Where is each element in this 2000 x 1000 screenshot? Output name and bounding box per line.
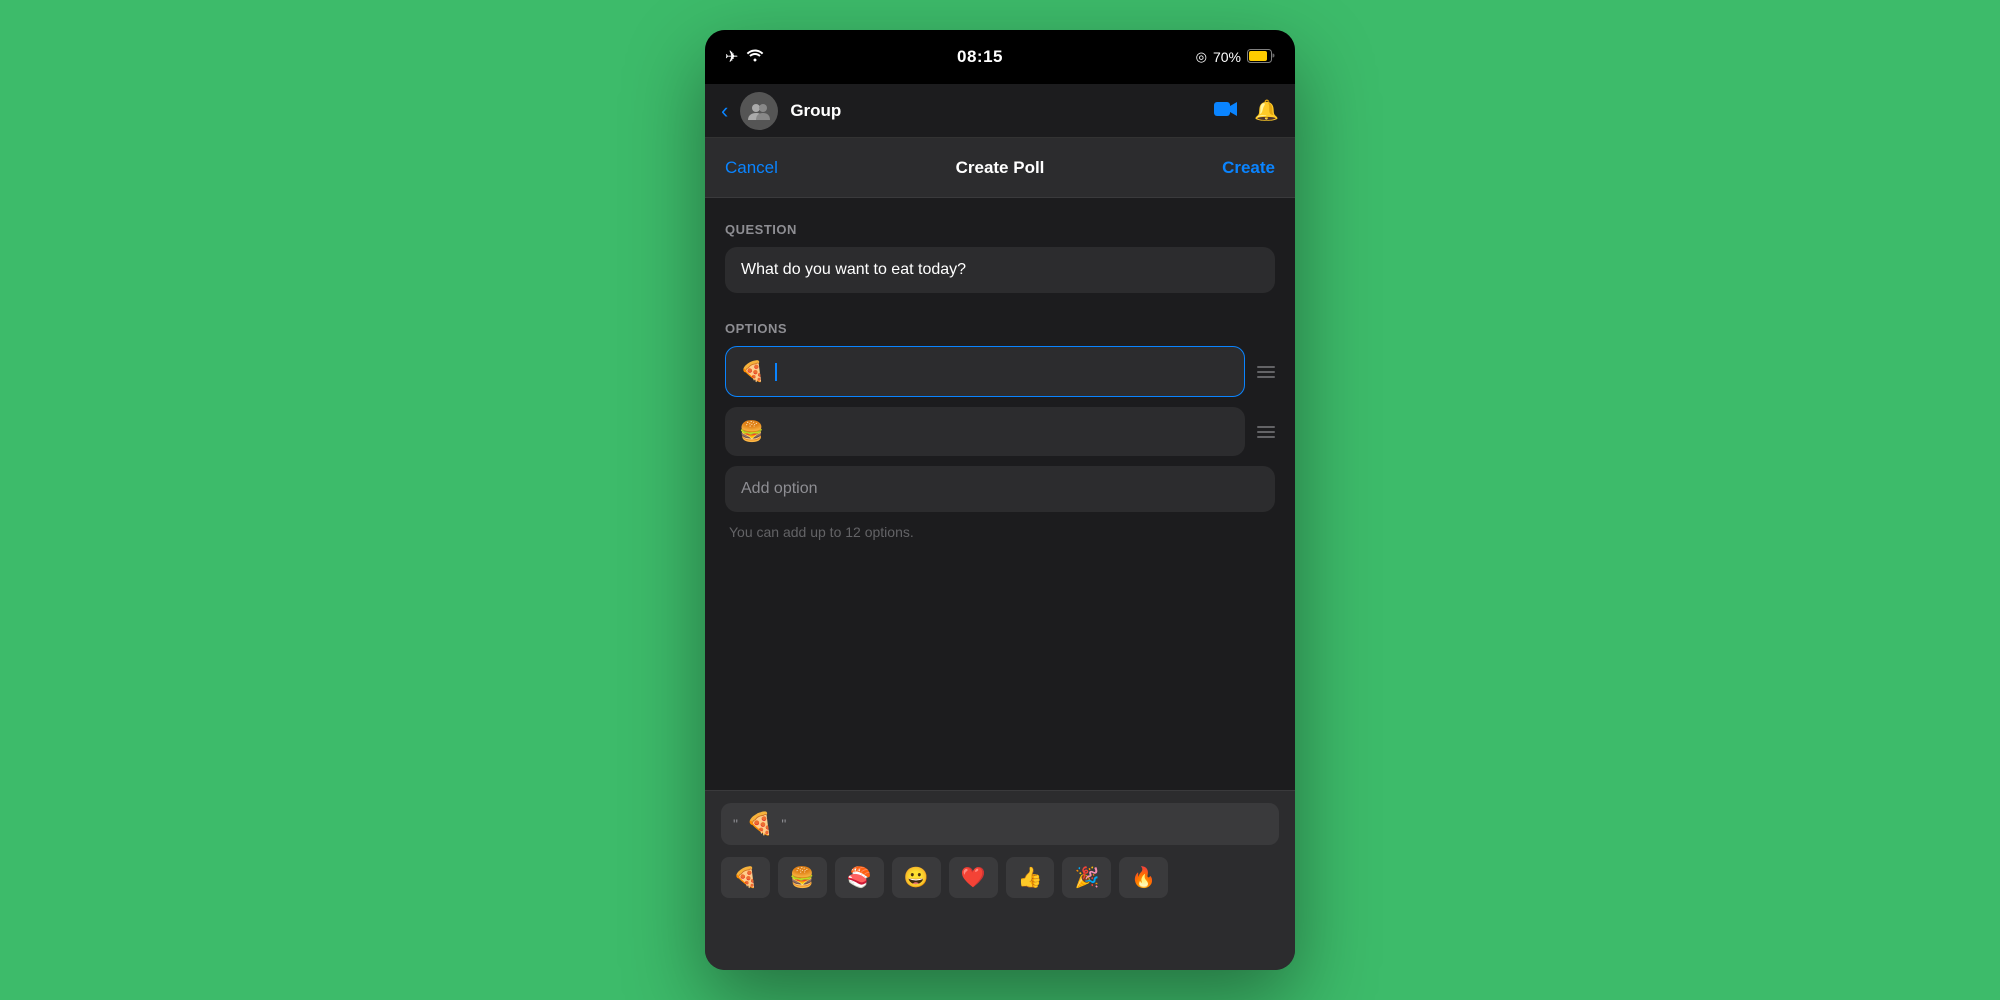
status-time: 08:15	[957, 47, 1003, 67]
option-1-emoji: 🍕	[740, 359, 765, 384]
video-call-icon[interactable]	[1214, 98, 1238, 124]
quote-right: "	[781, 816, 786, 832]
status-bar: 08:15 ◎ 70%	[705, 30, 1295, 84]
status-right: ◎ 70%	[1196, 49, 1275, 66]
back-arrow[interactable]: ‹	[721, 98, 728, 124]
drag-line-2	[1257, 371, 1275, 373]
modal-body: QUESTION OPTIONS 🍕 🍔	[705, 198, 1295, 790]
option-input-wrap-1[interactable]: 🍕	[725, 346, 1245, 397]
group-avatar	[740, 92, 778, 130]
drag-line-2	[1257, 431, 1275, 433]
group-name: Group	[790, 101, 1202, 121]
wifi-icon	[746, 48, 764, 67]
emoji-keyboard: " 🍕 " 🍕 🍔 🍣 😀 ❤️ 👍 🎉 🔥	[705, 790, 1295, 970]
drag-handle-1[interactable]	[1257, 366, 1275, 378]
options-hint: You can add up to 12 options.	[725, 524, 1275, 540]
cursor	[775, 363, 777, 381]
airplane-icon	[725, 47, 738, 67]
emoji-cat-smile[interactable]: 😀	[892, 857, 941, 898]
battery-percent: 70%	[1213, 49, 1241, 65]
option-row-1: 🍕	[725, 346, 1275, 397]
drag-line-1	[1257, 366, 1275, 368]
option-2-emoji: 🍔	[739, 419, 764, 444]
add-option-button[interactable]: Add option	[725, 466, 1275, 512]
emoji-cat-sushi[interactable]: 🍣	[835, 857, 884, 898]
status-left	[725, 47, 764, 67]
chat-header: ‹ Group 🔔	[705, 84, 1295, 138]
drag-line-1	[1257, 426, 1275, 428]
options-section: OPTIONS 🍕 🍔	[725, 321, 1275, 540]
question-section-label: QUESTION	[725, 222, 1275, 237]
device-frame: 08:15 ◎ 70% ‹ Group	[705, 30, 1295, 970]
modal-title: Create Poll	[956, 158, 1045, 178]
bell-icon[interactable]: 🔔	[1254, 98, 1279, 124]
emoji-cat-fire[interactable]: 🔥	[1119, 857, 1168, 898]
battery-icon	[1247, 49, 1275, 66]
drag-line-3	[1257, 436, 1275, 438]
focus-icon: ◎	[1196, 49, 1207, 65]
emoji-category-bar: 🍕 🍔 🍣 😀 ❤️ 👍 🎉 🔥	[721, 857, 1279, 898]
options-section-label: OPTIONS	[725, 321, 1275, 336]
chat-actions: 🔔	[1214, 98, 1279, 124]
emoji-preview-bar: " 🍕 "	[721, 803, 1279, 845]
cancel-button[interactable]: Cancel	[725, 158, 778, 178]
create-button[interactable]: Create	[1222, 158, 1275, 178]
emoji-cat-party[interactable]: 🎉	[1062, 857, 1111, 898]
option-row-2: 🍔	[725, 407, 1275, 456]
modal-header: Cancel Create Poll Create	[705, 138, 1295, 198]
emoji-cat-heart[interactable]: ❤️	[949, 857, 998, 898]
emoji-cat-burger[interactable]: 🍔	[778, 857, 827, 898]
preview-emoji: 🍕	[746, 811, 773, 837]
option-input-wrap-2[interactable]: 🍔	[725, 407, 1245, 456]
question-section: QUESTION	[725, 222, 1275, 321]
quote-left: "	[733, 816, 738, 832]
question-input[interactable]	[725, 247, 1275, 293]
drag-line-3	[1257, 376, 1275, 378]
drag-handle-2[interactable]	[1257, 426, 1275, 438]
emoji-cat-thumbs[interactable]: 👍	[1006, 857, 1055, 898]
emoji-cat-pizza[interactable]: 🍕	[721, 857, 770, 898]
